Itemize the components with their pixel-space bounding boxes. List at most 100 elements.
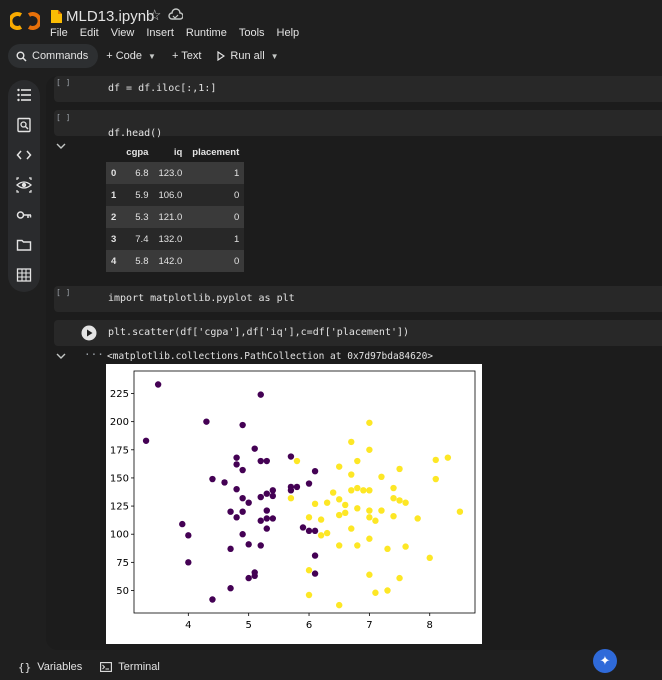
chevron-down-icon[interactable]: ▼ bbox=[148, 52, 156, 61]
table-cell: 5.8 bbox=[121, 250, 154, 272]
scatter-point bbox=[305, 567, 313, 574]
terminal-icon bbox=[100, 662, 113, 672]
y-tick-label: 100 bbox=[110, 530, 129, 541]
y-tick-label: 225 bbox=[110, 389, 129, 400]
run-all-label: Run all bbox=[230, 50, 265, 62]
cell-code[interactable]: df = df.iloc[:,1:] bbox=[108, 83, 216, 94]
scatter-point bbox=[311, 467, 319, 475]
table-header-cell: placement bbox=[192, 147, 240, 158]
table-cell: 1 bbox=[106, 184, 122, 206]
chevron-down-icon[interactable]: ▼ bbox=[271, 52, 279, 61]
cell-run-bracket[interactable]: [ ] bbox=[56, 113, 70, 122]
scatter-point bbox=[311, 570, 319, 577]
scatter-point bbox=[203, 418, 210, 425]
scatter-point bbox=[366, 535, 373, 542]
cloud-saved-icon[interactable] bbox=[168, 8, 183, 21]
table-cell: 0 bbox=[187, 206, 245, 228]
scatter-point bbox=[233, 461, 240, 468]
scatter-point bbox=[348, 487, 355, 494]
scatter-point bbox=[269, 492, 277, 500]
scatter-point bbox=[366, 571, 373, 578]
notebook-title[interactable]: MLD13.ipynb bbox=[66, 8, 154, 25]
scatter-point bbox=[384, 545, 391, 553]
secrets-key-icon[interactable] bbox=[16, 207, 32, 223]
table-header-cell: cgpa bbox=[126, 147, 149, 158]
drive-file-icon bbox=[51, 10, 62, 23]
scatter-point bbox=[245, 574, 252, 582]
y-tick-label: 150 bbox=[110, 473, 129, 484]
table-cell: 0 bbox=[106, 162, 122, 184]
menu-file[interactable]: File bbox=[50, 27, 68, 39]
scatter-point bbox=[185, 532, 192, 539]
cell-run-bracket[interactable]: [ ] bbox=[56, 288, 70, 297]
menu-edit[interactable]: Edit bbox=[80, 27, 99, 39]
table-cell: 106.0 bbox=[153, 184, 188, 206]
scatter-point bbox=[263, 490, 270, 497]
scatter-point bbox=[366, 419, 373, 426]
scatter-point bbox=[360, 487, 367, 494]
chevron-down-icon[interactable] bbox=[56, 142, 66, 150]
table-icon[interactable] bbox=[16, 267, 32, 283]
terminal-label: Terminal bbox=[118, 661, 160, 673]
cell-run-bracket[interactable]: [ ] bbox=[56, 78, 70, 87]
cell-code[interactable]: df.head() bbox=[108, 117, 162, 139]
scatter-point bbox=[372, 517, 379, 524]
menu-insert[interactable]: Insert bbox=[146, 27, 174, 39]
output-menu-icon[interactable]: ··· bbox=[84, 348, 104, 361]
table-cell: 1 bbox=[187, 228, 245, 250]
scatter-point bbox=[221, 479, 228, 486]
scatter-point bbox=[305, 591, 313, 599]
toc-icon[interactable] bbox=[16, 87, 32, 103]
scatter-point bbox=[317, 516, 325, 523]
scatter-point bbox=[287, 494, 295, 502]
colab-logo bbox=[10, 12, 40, 30]
scatter-point bbox=[257, 457, 264, 465]
table-row: 4 5.8 142.0 0 bbox=[106, 250, 245, 272]
menu-help[interactable]: Help bbox=[277, 27, 300, 39]
y-tick-label: 175 bbox=[110, 445, 129, 456]
star-icon[interactable]: ☆ bbox=[148, 6, 161, 24]
scatter-point bbox=[227, 508, 234, 515]
gemini-sparkle-icon[interactable]: ✦ bbox=[593, 649, 617, 673]
cell-code[interactable]: plt.scatter(df['cgpa'],df['iq'],c=df['pl… bbox=[108, 327, 409, 338]
cell-code[interactable]: import matplotlib.pyplot as plt bbox=[108, 293, 295, 304]
scatter-point bbox=[227, 545, 234, 553]
scatter-point bbox=[354, 484, 361, 492]
menu-view[interactable]: View bbox=[111, 27, 135, 39]
files-folder-icon[interactable] bbox=[16, 237, 32, 253]
code-snippets-icon[interactable] bbox=[16, 147, 32, 163]
menu-runtime[interactable]: Runtime bbox=[186, 27, 227, 39]
scatter-point bbox=[311, 500, 319, 508]
scatter-point bbox=[257, 517, 264, 524]
variables-inspect-icon[interactable] bbox=[16, 177, 32, 193]
add-code-button[interactable]: + Code ▼ bbox=[98, 44, 164, 68]
run-all-button[interactable]: Run all ▼ bbox=[209, 44, 286, 68]
y-tick-label: 75 bbox=[116, 558, 129, 569]
run-cell-button[interactable] bbox=[81, 325, 97, 341]
scatter-point bbox=[293, 457, 301, 465]
scatter-point bbox=[227, 585, 234, 592]
scatter-point bbox=[390, 494, 397, 502]
chevron-down-icon[interactable] bbox=[56, 352, 66, 360]
find-icon[interactable] bbox=[16, 117, 32, 133]
scatter-point bbox=[251, 445, 258, 452]
terminal-button[interactable]: Terminal bbox=[100, 661, 160, 673]
variables-label: Variables bbox=[37, 661, 83, 673]
scatter-point bbox=[263, 457, 270, 465]
table-row: 1 5.9 106.0 0 bbox=[106, 184, 245, 206]
table-cell: 0 bbox=[187, 250, 245, 272]
scatter-point bbox=[348, 525, 355, 532]
table-row: 0 6.8 123.0 1 bbox=[106, 162, 245, 184]
play-icon bbox=[217, 51, 226, 61]
table-cell: 0 bbox=[187, 184, 245, 206]
scatter-point bbox=[179, 520, 186, 528]
scatter-point bbox=[354, 542, 361, 549]
variables-button[interactable]: {} Variables bbox=[18, 661, 82, 674]
menu-tools[interactable]: Tools bbox=[239, 27, 265, 39]
scatter-point bbox=[366, 507, 373, 514]
scatter-point bbox=[305, 514, 313, 521]
scatter-point bbox=[305, 527, 313, 535]
add-text-button[interactable]: + Text bbox=[164, 44, 209, 68]
table-cell: 4 bbox=[106, 250, 122, 272]
commands-button[interactable]: Commands bbox=[8, 44, 99, 68]
